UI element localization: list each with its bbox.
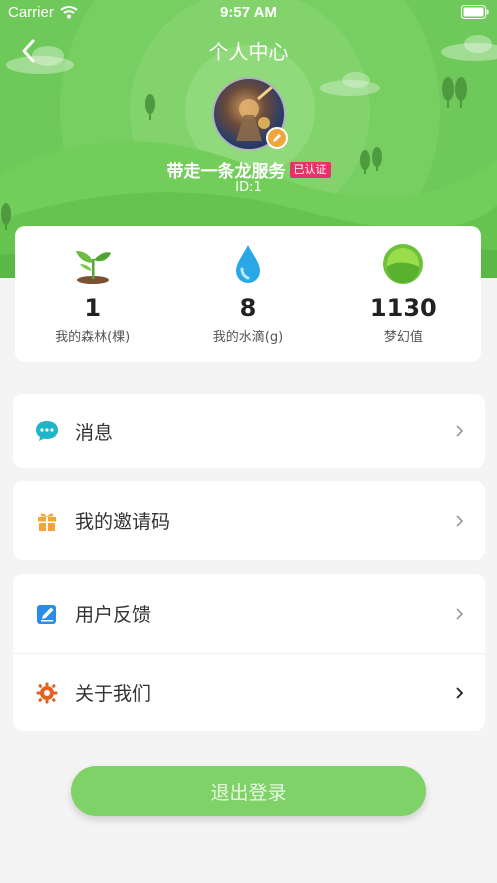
menu-label-feedback: 用户反馈 [75,604,152,626]
user-name: 带走一条龙服务 [166,162,286,182]
page-title: 个人中心 [208,40,289,64]
stat-forest-value: 1 [84,294,102,322]
chevron-right-icon [456,607,464,620]
logout-button[interactable]: 退出登录 [71,766,426,816]
menu-card-invite: 我的邀请码 [13,481,485,560]
menu-card-support: 用户反馈 关于我们 [13,574,485,731]
chat-bubble-icon [35,419,59,443]
user-name-line: 带走一条龙服务 已认证 [0,157,497,182]
stat-dream[interactable]: 1130 梦幻值 [326,226,481,362]
chevron-right-icon [456,686,464,699]
edit-square-icon [35,602,59,626]
gift-icon [35,509,59,533]
menu-item-invite-code[interactable]: 我的邀请码 [13,481,485,560]
user-id: ID:1 [235,180,262,195]
menu-item-feedback[interactable]: 用户反馈 [13,574,485,653]
stat-dream-label: 梦幻值 [383,330,423,345]
battery-icon [461,5,489,19]
edit-avatar-button[interactable] [266,127,288,149]
menu-label-messages: 消息 [75,421,114,444]
stats-card: 1 我的森林(棵) 8 我的水滴(g) 1130 梦幻值 [15,226,481,362]
menu-label-about-us: 关于我们 [75,683,152,705]
gear-icon [35,681,59,705]
status-bar: Carrier 9:57 AM [0,0,497,26]
pencil-icon [273,134,281,142]
menu-item-about-us[interactable]: 关于我们 [13,653,485,731]
avatar[interactable] [212,77,288,151]
dream-orb-icon [381,242,425,286]
menu-item-messages[interactable]: 消息 [13,394,485,468]
menu-card-messages: 消息 [13,394,485,468]
stat-water[interactable]: 8 我的水滴(g) [170,226,325,362]
stat-water-label: 我的水滴(g) [212,330,284,345]
stat-dream-value: 1130 [369,294,437,322]
chevron-right-icon [456,425,464,437]
verified-badge: 已认证 [289,161,331,178]
menu-label-invite-code: 我的邀请码 [75,511,171,533]
stat-water-value: 8 [239,294,257,322]
status-time: 9:57 AM [220,4,277,21]
stat-forest-label: 我的森林(棵) [55,330,131,345]
water-drop-icon [226,242,270,286]
sprout-icon [71,242,115,286]
stat-forest[interactable]: 1 我的森林(棵) [15,226,170,362]
chevron-right-icon [456,514,464,527]
